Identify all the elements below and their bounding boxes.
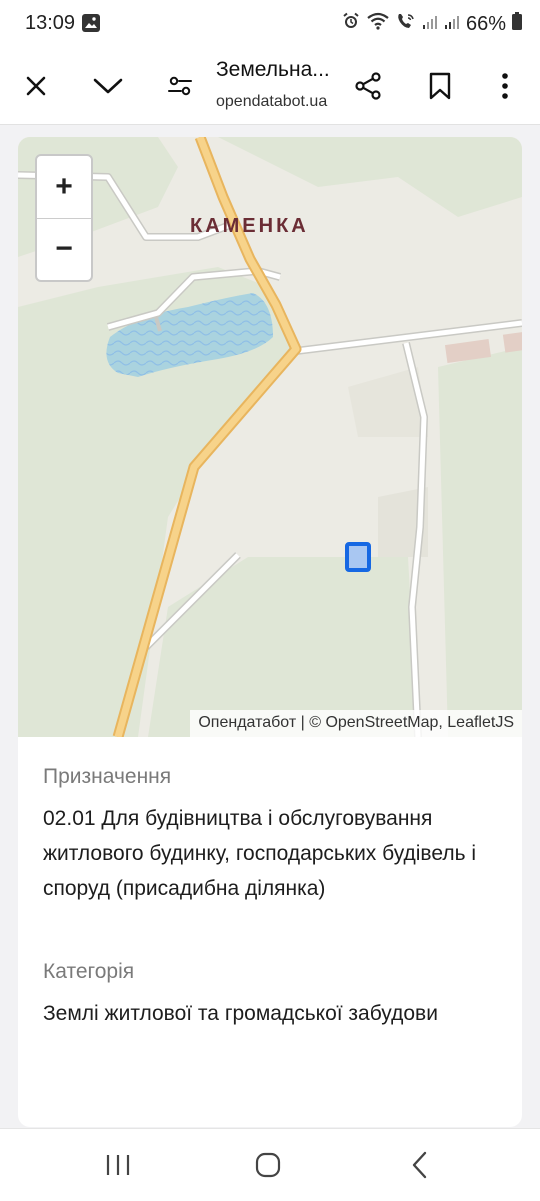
forest-area bbox=[438, 347, 522, 737]
signal-icon bbox=[422, 13, 438, 36]
gallery-icon bbox=[82, 14, 100, 32]
zoom-out-button[interactable]: − bbox=[37, 218, 91, 280]
status-icons: 66% bbox=[342, 12, 522, 36]
bookmark-icon[interactable] bbox=[416, 62, 464, 110]
wifi-call-icon bbox=[396, 12, 416, 36]
tune-icon[interactable] bbox=[156, 62, 204, 110]
navigation-bar bbox=[0, 1128, 540, 1201]
building bbox=[502, 331, 522, 353]
purpose-label: Призначення bbox=[43, 765, 172, 788]
battery-icon bbox=[512, 12, 522, 36]
alarm-icon bbox=[342, 12, 360, 36]
chevron-down-icon[interactable] bbox=[84, 62, 132, 110]
wifi-icon bbox=[366, 12, 390, 36]
more-vert-icon[interactable] bbox=[481, 62, 529, 110]
status-time: 13:09 bbox=[25, 12, 76, 34]
category-label: Категорія bbox=[43, 960, 135, 983]
share-icon[interactable] bbox=[344, 62, 392, 110]
content-card: КАМЕНКА + − Опендатабот | © OpenStreetMa… bbox=[18, 137, 522, 1127]
close-icon[interactable] bbox=[12, 62, 60, 110]
parcel-marker[interactable] bbox=[345, 542, 371, 572]
purpose-field: Призначення 02.01 Для будівництва і обсл… bbox=[43, 765, 513, 906]
page-title[interactable]: Земельна... bbox=[216, 58, 341, 82]
category-value: Землі житлової та громадської забудови bbox=[43, 1002, 438, 1025]
zoom-control: + − bbox=[35, 154, 93, 282]
page-url[interactable]: opendatabot.ua bbox=[216, 93, 327, 111]
home-icon[interactable] bbox=[238, 1145, 298, 1185]
recent-apps-icon[interactable] bbox=[88, 1145, 148, 1185]
place-label: КАМЕНКА bbox=[190, 215, 309, 237]
signal-icon bbox=[444, 13, 460, 36]
zoom-in-button[interactable]: + bbox=[37, 156, 91, 219]
map[interactable]: КАМЕНКА + − Опендатабот | © OpenStreetMa… bbox=[18, 137, 522, 737]
category-field: Категорія Землі житлової та громадської … bbox=[43, 960, 513, 1031]
map-attribution[interactable]: Опендатабот | © OpenStreetMap, LeafletJS bbox=[190, 710, 522, 737]
browser-toolbar: Земельна... opendatabot.ua bbox=[0, 48, 540, 125]
purpose-value: 02.01 Для будівництва і обслуговування ж… bbox=[43, 807, 477, 900]
back-icon[interactable] bbox=[390, 1145, 450, 1185]
status-bar: 13:09 66% bbox=[0, 0, 540, 48]
battery-percent: 66% bbox=[465, 12, 506, 35]
